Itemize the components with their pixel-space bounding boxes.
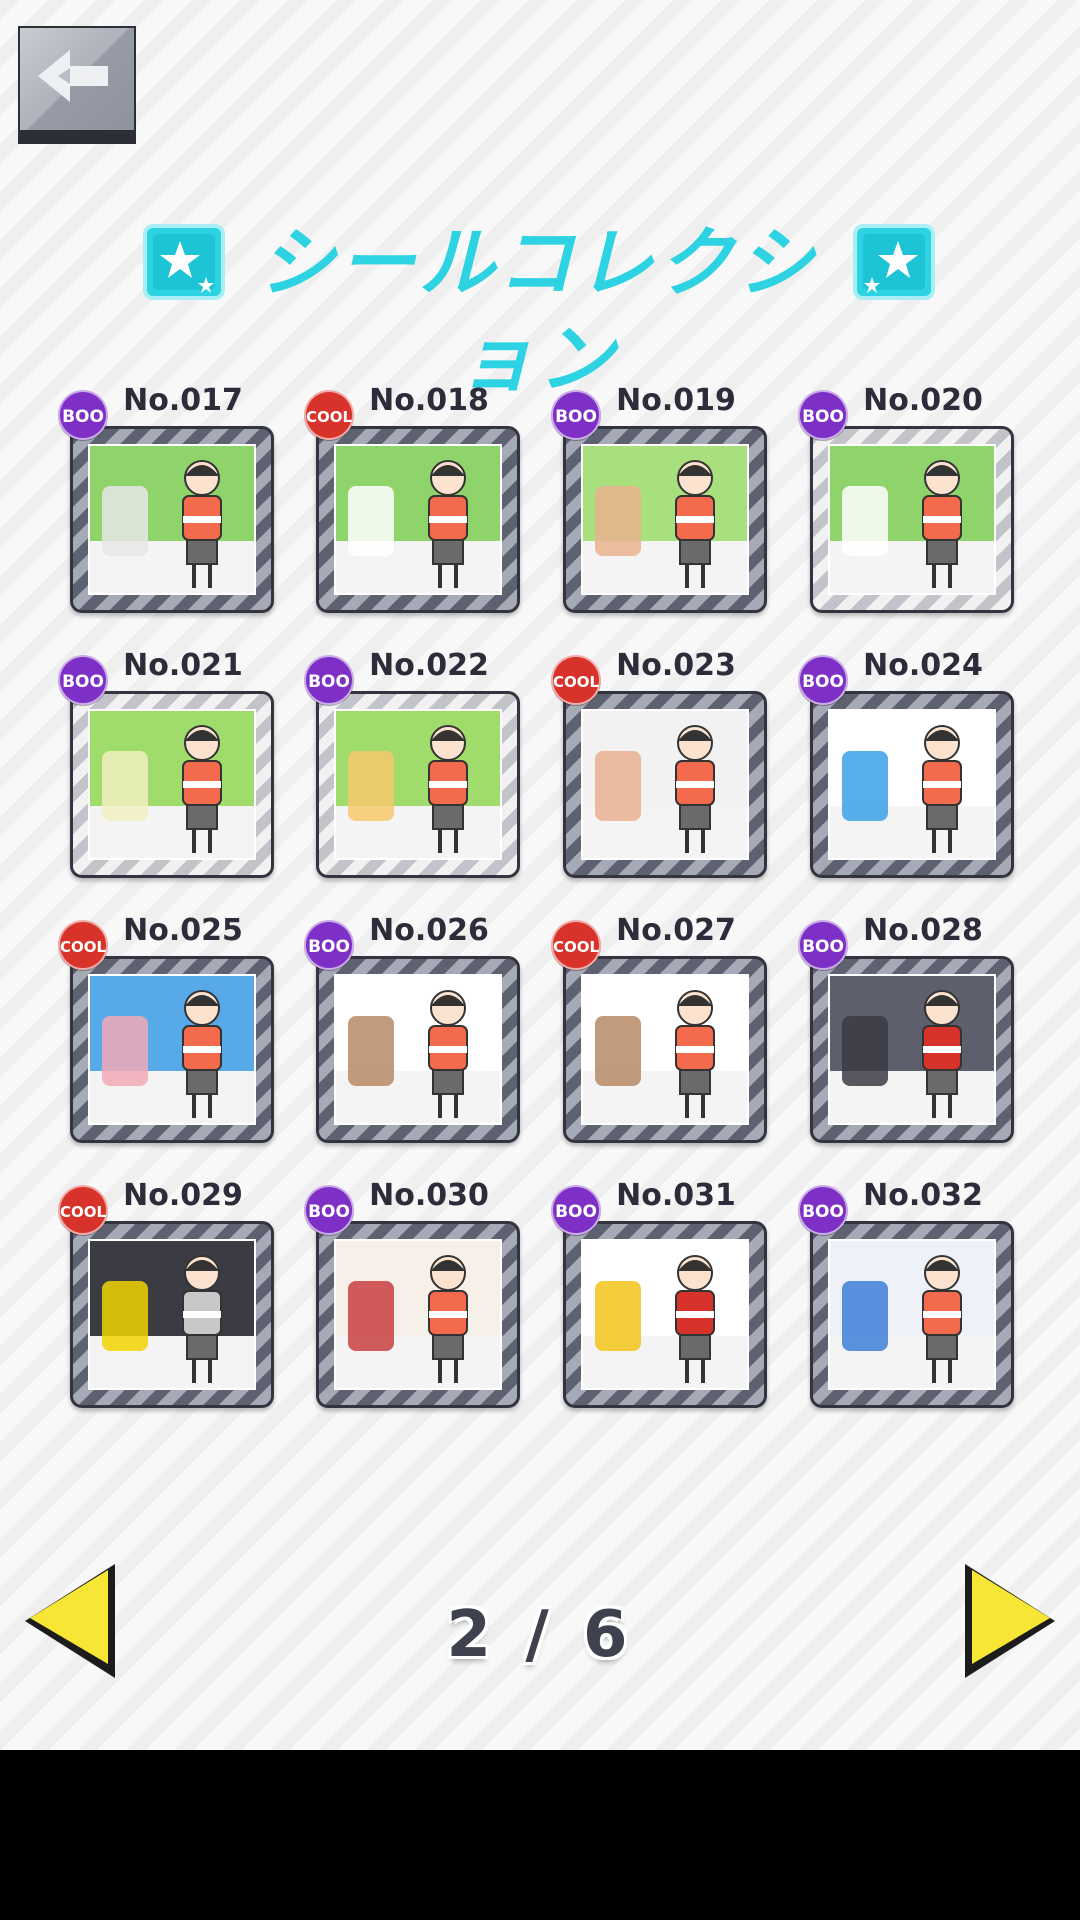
sticker-frame: [810, 426, 1014, 613]
sticker-frame: [563, 691, 767, 878]
sticker-card[interactable]: No.018 COOL: [304, 383, 520, 613]
sticker-illustration: [828, 709, 996, 860]
back-arrow-icon: [38, 50, 108, 102]
sticker-frame: [316, 426, 520, 613]
sticker-card[interactable]: No.032 BOO: [798, 1178, 1014, 1408]
cool-badge: COOL: [551, 920, 601, 970]
prev-page-button[interactable]: [20, 1560, 120, 1682]
sticker-number: No.027: [616, 913, 736, 948]
cool-badge: COOL: [304, 390, 354, 440]
sticker-frame: [563, 426, 767, 613]
cool-badge: COOL: [58, 920, 108, 970]
sticker-card[interactable]: No.028 BOO: [798, 913, 1014, 1143]
sticker-collection-screen: シールコレクション No.017 BOO No.018 COOL No.019 BOO No…: [0, 0, 1080, 1750]
sticker-card[interactable]: No.022 BOO: [304, 648, 520, 878]
sticker-illustration: [581, 444, 749, 595]
sticker-illustration: [334, 444, 502, 595]
sticker-frame: [316, 1221, 520, 1408]
boo-badge: BOO: [798, 920, 848, 970]
sticker-frame: [810, 956, 1014, 1143]
system-navigation-bar: [0, 1750, 1080, 1920]
back-button[interactable]: [18, 26, 136, 144]
sticker-illustration: [828, 974, 996, 1125]
cool-badge: COOL: [551, 655, 601, 705]
sticker-card[interactable]: No.027 COOL: [551, 913, 767, 1143]
sticker-frame: [810, 1221, 1014, 1408]
boo-badge: BOO: [798, 655, 848, 705]
sticker-number: No.020: [863, 383, 983, 418]
sticker-illustration: [88, 444, 256, 595]
sticker-illustration: [88, 1239, 256, 1390]
sticker-illustration: [828, 444, 996, 595]
cool-badge: COOL: [58, 1185, 108, 1235]
sticker-number: No.023: [616, 648, 736, 683]
sticker-frame: [70, 956, 274, 1143]
sticker-number: No.021: [123, 648, 243, 683]
sticker-card[interactable]: No.029 COOL: [58, 1178, 274, 1408]
sticker-illustration: [334, 1239, 502, 1390]
boo-badge: BOO: [304, 655, 354, 705]
sticker-number: No.017: [123, 383, 243, 418]
sticker-number: No.022: [369, 648, 489, 683]
sticker-frame: [316, 691, 520, 878]
page-indicator: 2 / 6: [446, 1598, 634, 1672]
sticker-number: No.032: [863, 1178, 983, 1213]
sticker-frame: [563, 1221, 767, 1408]
boo-badge: BOO: [58, 390, 108, 440]
sticker-illustration: [581, 974, 749, 1125]
sticker-frame: [810, 691, 1014, 878]
boo-badge: BOO: [58, 655, 108, 705]
sticker-illustration: [334, 974, 502, 1125]
sticker-illustration: [88, 709, 256, 860]
sticker-card[interactable]: No.030 BOO: [304, 1178, 520, 1408]
sticker-card[interactable]: No.021 BOO: [58, 648, 274, 878]
boo-badge: BOO: [304, 1185, 354, 1235]
sticker-card[interactable]: No.024 BOO: [798, 648, 1014, 878]
sticker-number: No.019: [616, 383, 736, 418]
sticker-frame: [316, 956, 520, 1143]
sticker-frame: [563, 956, 767, 1143]
sticker-card[interactable]: No.031 BOO: [551, 1178, 767, 1408]
sticker-number: No.024: [863, 648, 983, 683]
page-title: シールコレクション: [258, 218, 818, 403]
sticker-illustration: [581, 1239, 749, 1390]
next-page-button[interactable]: [960, 1560, 1060, 1682]
sticker-card[interactable]: No.023 COOL: [551, 648, 767, 878]
sticker-card[interactable]: No.019 BOO: [551, 383, 767, 613]
sticker-number: No.028: [863, 913, 983, 948]
sticker-illustration: [828, 1239, 996, 1390]
sticker-number: No.018: [369, 383, 489, 418]
boo-badge: BOO: [304, 920, 354, 970]
sticker-number: No.026: [369, 913, 489, 948]
star-badge-icon: [143, 224, 225, 300]
sticker-number: No.025: [123, 913, 243, 948]
sticker-illustration: [88, 974, 256, 1125]
sticker-number: No.031: [616, 1178, 736, 1213]
sticker-card[interactable]: No.026 BOO: [304, 913, 520, 1143]
sticker-number: No.029: [123, 1178, 243, 1213]
boo-badge: BOO: [551, 390, 601, 440]
sticker-frame: [70, 691, 274, 878]
sticker-illustration: [581, 709, 749, 860]
boo-badge: BOO: [798, 390, 848, 440]
sticker-illustration: [334, 709, 502, 860]
boo-badge: BOO: [551, 1185, 601, 1235]
title-bar: シールコレクション: [0, 215, 1080, 403]
sticker-number: No.030: [369, 1178, 489, 1213]
sticker-frame: [70, 1221, 274, 1408]
sticker-frame: [70, 426, 274, 613]
sticker-card[interactable]: No.020 BOO: [798, 383, 1014, 613]
star-badge-icon: [853, 224, 935, 300]
sticker-card[interactable]: No.025 COOL: [58, 913, 274, 1143]
boo-badge: BOO: [798, 1185, 848, 1235]
sticker-card[interactable]: No.017 BOO: [58, 383, 274, 613]
